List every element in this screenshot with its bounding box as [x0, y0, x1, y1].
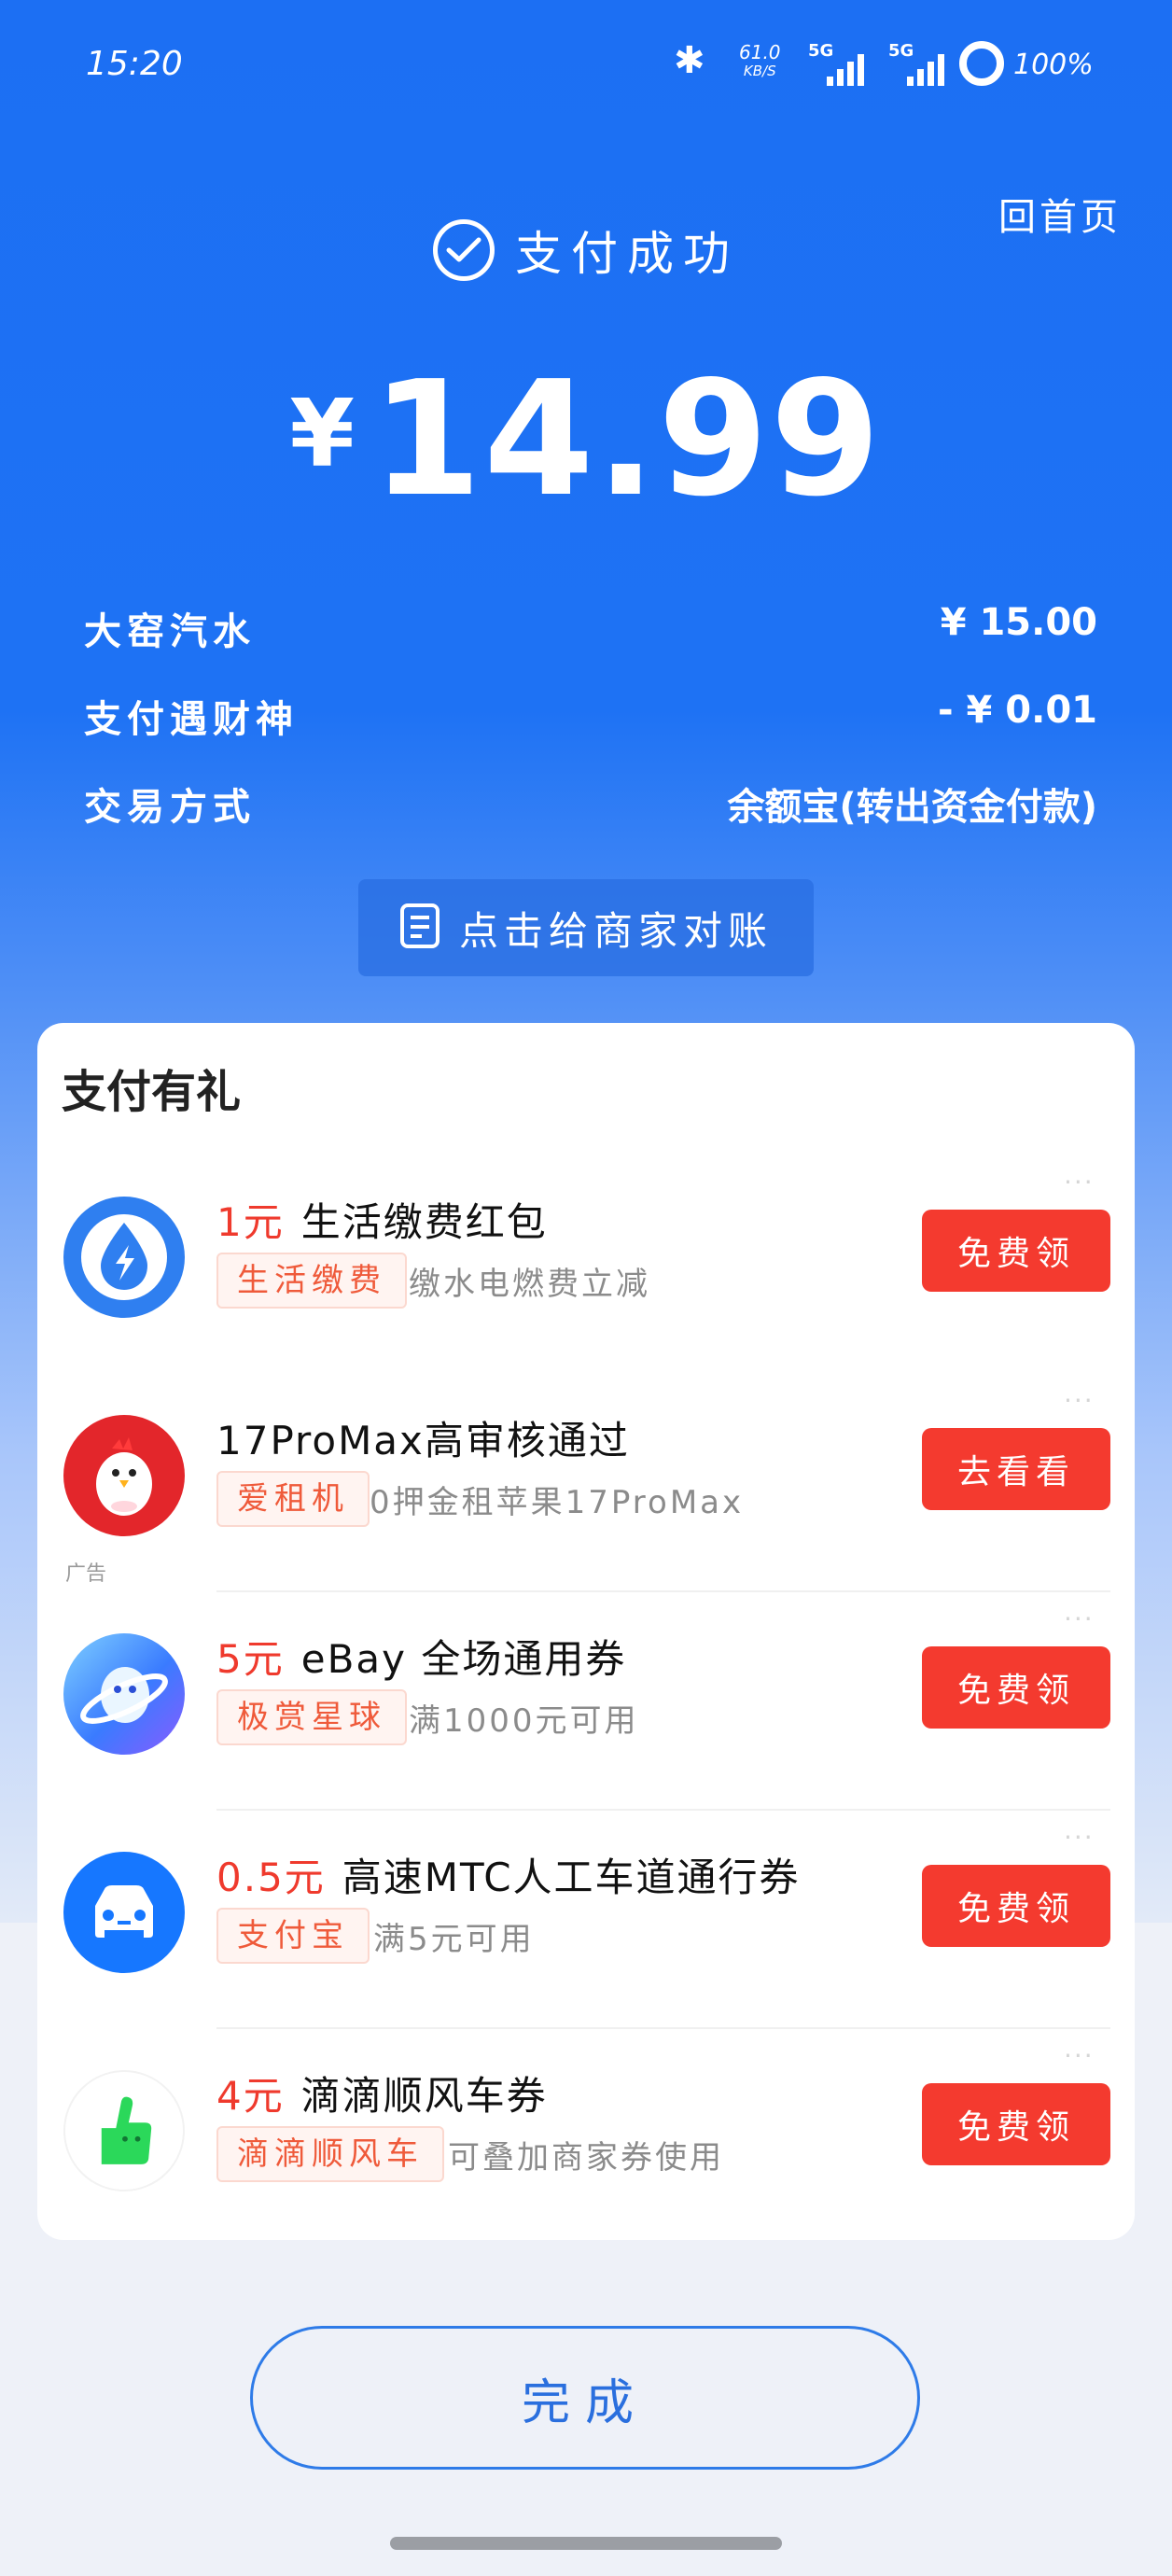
offer-title: 5元 eBay 全场通用券: [216, 1628, 626, 1685]
rewards-title: 支付有礼: [62, 1066, 242, 1118]
detail-row-discount: 支付遇财神 - ¥ 0.01: [84, 689, 1097, 743]
offer-description: 满1000元可用: [409, 1702, 639, 1740]
offer-title: 0.5元 高速MTC人工车道通行券: [216, 1846, 801, 1903]
battery-percentage: 100%: [1013, 49, 1094, 81]
offer-name: 滴滴顺风车券: [300, 2073, 548, 2119]
payment-rewards-card: 支付有礼 ··· 1元 生活缴费红包 生活缴费 缴水电燃费立减 免费领 ··· 1…: [37, 1023, 1135, 2240]
offer-item[interactable]: ··· 4元 滴滴顺风车券 滴滴顺风车 可叠加商家券使用 免费领: [37, 2029, 1135, 2247]
offer-item[interactable]: ··· 1元 生活缴费红包 生活缴费 缴水电燃费立减 免费领: [37, 1155, 1135, 1374]
detail-label: 交易方式: [84, 786, 256, 829]
ad-label: 广告: [65, 1562, 107, 1586]
offer-item[interactable]: ··· 17ProMax高审核通过 爱租机 0押金租苹果17ProMax 去看看…: [37, 1374, 1135, 1592]
offer-name: 17ProMax高审核通过: [216, 1418, 630, 1463]
claim-free-button[interactable]: 免费领: [922, 1646, 1110, 1729]
detail-value: 余额宝(转出资金付款): [727, 786, 1097, 829]
offer-price: 5元: [216, 1636, 285, 1682]
offer-tag: 滴滴顺风车: [216, 2126, 444, 2182]
chick-mascot-icon: [63, 1415, 185, 1536]
detail-label: 支付遇财神: [84, 698, 299, 741]
network-speed-value: 61.0: [739, 41, 781, 63]
done-button[interactable]: 完成: [250, 2326, 920, 2470]
offer-title: 17ProMax高审核通过: [216, 1409, 630, 1466]
offer-description: 满5元可用: [373, 1921, 535, 1958]
detail-row-merchant: 大窑汽水 ¥ 15.00: [84, 601, 1097, 655]
currency-symbol: ¥: [289, 379, 355, 488]
offer-description: 缴水电燃费立减: [409, 1266, 650, 1303]
offer-item[interactable]: ··· 0.5元 高速MTC人工车道通行券 支付宝 满5元可用 免费领: [37, 1811, 1135, 2029]
battery-icon: [959, 41, 1004, 86]
document-icon: [399, 903, 440, 953]
reconcile-with-merchant-button[interactable]: 点击给商家对账: [358, 879, 814, 976]
more-options-icon[interactable]: ···: [1064, 2040, 1095, 2071]
detail-value: - ¥ 0.01: [938, 689, 1097, 732]
detail-row-payment-method: 交易方式 余额宝(转出资金付款): [84, 777, 1097, 831]
offer-name: 生活缴费红包: [300, 1199, 548, 1245]
offer-title: 1元 生活缴费红包: [216, 1191, 548, 1248]
detail-label: 大窑汽水: [84, 610, 256, 653]
offer-item[interactable]: ··· 5元 eBay 全场通用券 极赏星球 满1000元可用 免费领: [37, 1592, 1135, 1811]
status-bar: 15:20 ✱ 61.0 KB/S 5G 5G 100%: [0, 0, 1172, 131]
offer-name: 高速MTC人工车道通行券: [342, 1855, 801, 1900]
status-time: 15:20: [86, 45, 183, 83]
offer-price: 4元: [216, 2073, 285, 2119]
offer-tag: 生活缴费: [216, 1253, 407, 1309]
claim-free-button[interactable]: 免费领: [922, 1210, 1110, 1292]
offer-tag: 极赏星球: [216, 1689, 407, 1745]
offer-tag: 爱租机: [216, 1471, 370, 1527]
offer-tag: 支付宝: [216, 1908, 370, 1964]
offer-description: 0押金租苹果17ProMax: [370, 1484, 745, 1521]
more-options-icon[interactable]: ···: [1064, 1167, 1095, 1197]
success-text: 支付成功: [515, 227, 739, 281]
offer-price: 1元: [216, 1199, 285, 1245]
check-circle-icon: [433, 219, 495, 281]
more-options-icon[interactable]: ···: [1064, 1603, 1095, 1634]
offer-description: 可叠加商家券使用: [448, 2139, 724, 2177]
amount-value: 14.99: [370, 347, 883, 532]
claim-free-button[interactable]: 免费领: [922, 2083, 1110, 2165]
offer-price: 0.5元: [216, 1855, 326, 1900]
detail-value: ¥ 15.00: [940, 601, 1097, 644]
payment-amount: ¥14.99: [0, 347, 1172, 532]
reconcile-label: 点击给商家对账: [458, 907, 773, 954]
more-options-icon[interactable]: ···: [1064, 1385, 1095, 1416]
offer-title: 4元 滴滴顺风车券: [216, 2065, 548, 2121]
planet-icon: [63, 1633, 185, 1755]
claim-free-button[interactable]: 免费领: [922, 1865, 1110, 1947]
bluetooth-icon: ✱: [674, 39, 705, 82]
thumbs-up-icon: [63, 2070, 185, 2191]
car-icon: [63, 1852, 185, 1973]
network-speed: 61.0 KB/S: [739, 43, 781, 80]
offer-name: eBay 全场通用券: [300, 1636, 627, 1682]
payment-success-heading: 支付成功: [0, 217, 1172, 284]
more-options-icon[interactable]: ···: [1064, 1822, 1095, 1853]
network-speed-unit: KB/S: [743, 63, 776, 79]
home-indicator[interactable]: [390, 2537, 782, 2550]
lightning-icon: [63, 1197, 185, 1318]
go-see-button[interactable]: 去看看: [922, 1428, 1110, 1510]
